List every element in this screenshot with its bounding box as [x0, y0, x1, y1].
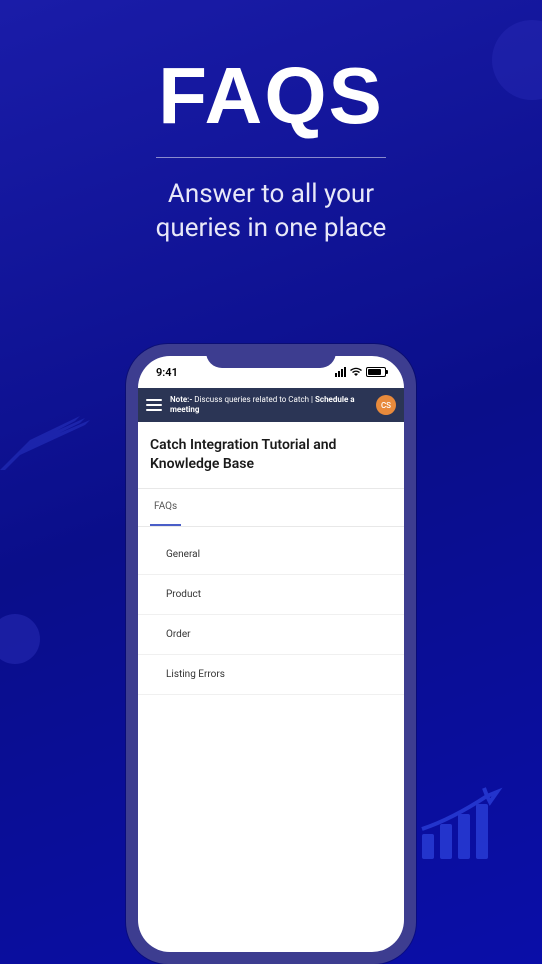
status-icons [335, 367, 386, 377]
signal-icon [335, 367, 346, 377]
decorative-circle-2 [0, 614, 40, 664]
faq-item-listing-errors[interactable]: Listing Errors [138, 655, 404, 695]
wifi-icon [350, 367, 362, 377]
hero-section: FAQS Answer to all your queries in one p… [0, 0, 542, 246]
hero-divider [156, 157, 386, 158]
menu-icon[interactable] [146, 399, 162, 411]
hero-title: FAQS [0, 50, 542, 142]
faq-list: General Product Order Listing Errors [138, 527, 404, 703]
faq-item-order[interactable]: Order [138, 615, 404, 655]
decorative-chart-icon [412, 784, 512, 864]
header-note: Note:- Discuss queries related to Catch … [170, 395, 368, 416]
faq-item-general[interactable]: General [138, 535, 404, 575]
subtitle-line-1: Answer to all your [168, 179, 374, 209]
avatar[interactable]: CS [376, 395, 396, 415]
hero-subtitle: Answer to all your queries in one place [0, 178, 542, 246]
tab-faqs[interactable]: FAQs [150, 489, 181, 526]
faq-item-product[interactable]: Product [138, 575, 404, 615]
phone-frame: 9:41 Note:- Discuss queries related to C… [126, 344, 416, 964]
phone-notch [206, 344, 336, 368]
decorative-wing-icon [0, 400, 110, 480]
page-title: Catch Integration Tutorial and Knowledge… [150, 436, 392, 474]
phone-screen: 9:41 Note:- Discuss queries related to C… [138, 356, 404, 952]
subtitle-line-2: queries in one place [156, 213, 387, 243]
note-text: Discuss queries related to Catch | [192, 395, 315, 404]
status-time: 9:41 [156, 366, 178, 379]
tabs-container: FAQs [138, 489, 404, 527]
note-prefix: Note:- [170, 395, 192, 404]
content-header: Catch Integration Tutorial and Knowledge… [138, 422, 404, 489]
app-header: Note:- Discuss queries related to Catch … [138, 388, 404, 422]
battery-icon [366, 367, 386, 377]
